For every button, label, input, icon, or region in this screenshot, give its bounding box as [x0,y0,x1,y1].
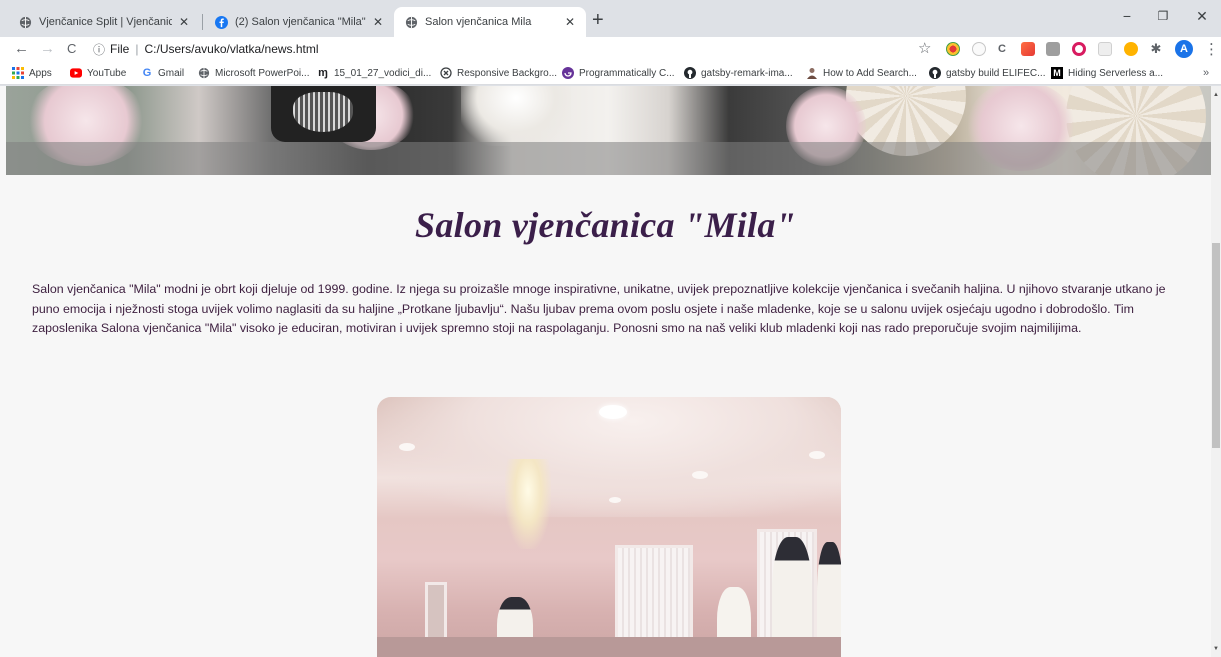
bookmark-gmail[interactable]: G Gmail [141,67,184,79]
close-icon[interactable]: ✕ [562,15,578,29]
bookmark-label: How to Add Search... [823,67,917,79]
bookmark-hiding-serverless[interactable]: M Hiding Serverless a... [1051,67,1163,79]
close-icon[interactable]: ✕ [370,15,386,29]
gatsby-icon [562,67,574,79]
bookmark-label: Hiding Serverless a... [1068,67,1164,79]
bookmark-responsive[interactable]: Responsive Backgro... [440,67,557,79]
bookmark-powerpoint[interactable]: Microsoft PowerPoi... [198,67,309,79]
extension-circle-icon[interactable] [972,42,986,56]
x-circle-icon [440,67,452,79]
info-icon[interactable]: ⓘ [93,41,105,58]
bookmark-gatsby-build[interactable]: gatsby build ELIFEC... [929,67,1046,79]
tab-separator [202,14,203,30]
bookmark-how-to-add-search[interactable]: How to Add Search... [806,67,917,79]
tab-title: Salon vjenčanica Mila [425,16,532,28]
extension-off-icon[interactable] [1021,42,1035,56]
bookmark-label: gatsby build ELIFEC... [946,67,1046,79]
address-bar[interactable]: ⓘ File | C:/Users/avuko/vlatka/news.html [93,38,913,60]
photo-spotlight [809,451,825,459]
tab-salon-mila[interactable]: Salon vjenčanica Mila ✕ [394,7,586,37]
google-icon: G [142,67,152,79]
photo-spotlight [692,471,708,479]
globe-icon [18,15,32,29]
extension-orange-icon[interactable] [1124,42,1138,56]
extension-c-icon[interactable]: C [998,42,1012,56]
mm-icon: ɱ [318,67,328,79]
banner-car-grille [293,92,353,132]
maximize-button[interactable]: ❐ [1148,9,1178,23]
bookmarks-bar: Apps YouTube G Gmail Microsoft PowerPoi.… [0,63,1221,85]
intro-paragraph: Salon vjenčanica "Mila" modni je obrt ko… [32,282,1166,335]
person-icon [806,67,818,79]
scrollbar-thumb[interactable] [1212,243,1220,448]
window-close-button[interactable]: ✕ [1187,8,1217,25]
scroll-down-arrow-icon[interactable]: ▼ [1211,646,1221,652]
bookmark-vodici[interactable]: ɱ 15_01_27_vodici_di... [317,67,431,79]
bookmark-youtube[interactable]: YouTube [70,67,126,79]
bookmark-star-icon[interactable]: ☆ [918,40,931,58]
photo-spotlight [399,443,415,451]
bookmark-label: Apps [29,67,52,79]
extension-record-icon[interactable] [1072,42,1086,56]
extensions-puzzle-icon[interactable]: ✱ [1149,42,1163,56]
new-tab-button[interactable]: + [592,10,604,30]
profile-avatar[interactable]: A [1175,40,1193,58]
github-icon [684,67,696,79]
banner-dress [461,86,571,146]
tab-title: Vjenčanice Split | Vjenčanice Sinj [39,16,172,28]
tab-strip: Vjenčanice Split | Vjenčanice Sinj ✕ (2)… [0,0,1221,37]
header-banner-image [6,86,1211,175]
tab-facebook[interactable]: (2) Salon vjenčanica "Mila" | Facebook ✕ [204,7,394,37]
scroll-up-arrow-icon[interactable]: ▲ [1211,92,1221,98]
back-button[interactable]: ← [14,40,29,58]
globe-icon [404,15,418,29]
photo-floor [377,637,841,657]
address-path: C:/Users/avuko/vlatka/news.html [144,42,319,56]
github-icon [929,67,941,79]
globe-icon [198,67,210,79]
forward-button[interactable]: → [40,40,55,58]
photo-ceiling-light [599,405,627,419]
bookmark-label: Microsoft PowerPoi... [215,67,310,79]
bookmark-label: 15_01_27_vodici_di... [334,67,432,79]
bookmark-apps[interactable]: Apps [12,67,52,79]
apps-icon [12,67,24,79]
close-icon[interactable]: ✕ [176,15,192,29]
address-separator: | [135,42,139,56]
bookmark-label: YouTube [87,67,127,79]
page-viewport: Salon vjenčanica "Mila" Salon vjenčanica… [0,86,1211,657]
reload-button[interactable]: C [67,40,76,58]
tab-vjencanice-split[interactable]: Vjenčanice Split | Vjenčanice Sinj ✕ [8,7,200,37]
page-title: Salon vjenčanica "Mila" [415,205,796,245]
minimize-button[interactable]: − [1112,8,1142,24]
address-scheme: File [110,42,130,56]
bookmark-label: gatsby-remark-ima... [701,67,793,79]
tab-title: (2) Salon vjenčanica "Mila" | Facebook [235,16,366,28]
photo-chandelier [505,459,551,549]
bookmark-label: Responsive Backgro... [457,67,558,79]
browser-menu-icon[interactable]: ⋮ [1204,40,1219,58]
photo-spotlight [609,497,621,503]
bookmark-label: Programmatically C... [579,67,675,79]
banner-shade [6,142,1211,175]
salon-interior-photo [377,397,841,657]
youtube-icon [70,67,82,79]
bookmark-programmatically[interactable]: Programmatically C... [562,67,675,79]
facebook-icon [214,15,228,29]
bookmark-gatsby-remark[interactable]: gatsby-remark-ima... [684,67,793,79]
extension-square-icon[interactable] [1098,42,1112,56]
medium-icon: M [1051,67,1063,79]
bookmarks-overflow-icon[interactable]: » [1203,67,1209,79]
extension-color-icon[interactable] [946,42,960,56]
browser-toolbar: ← → C ⓘ File | C:/Users/avuko/vlatka/new… [0,37,1221,63]
bookmark-label: Gmail [158,67,185,79]
extension-gray-icon[interactable] [1046,42,1060,56]
